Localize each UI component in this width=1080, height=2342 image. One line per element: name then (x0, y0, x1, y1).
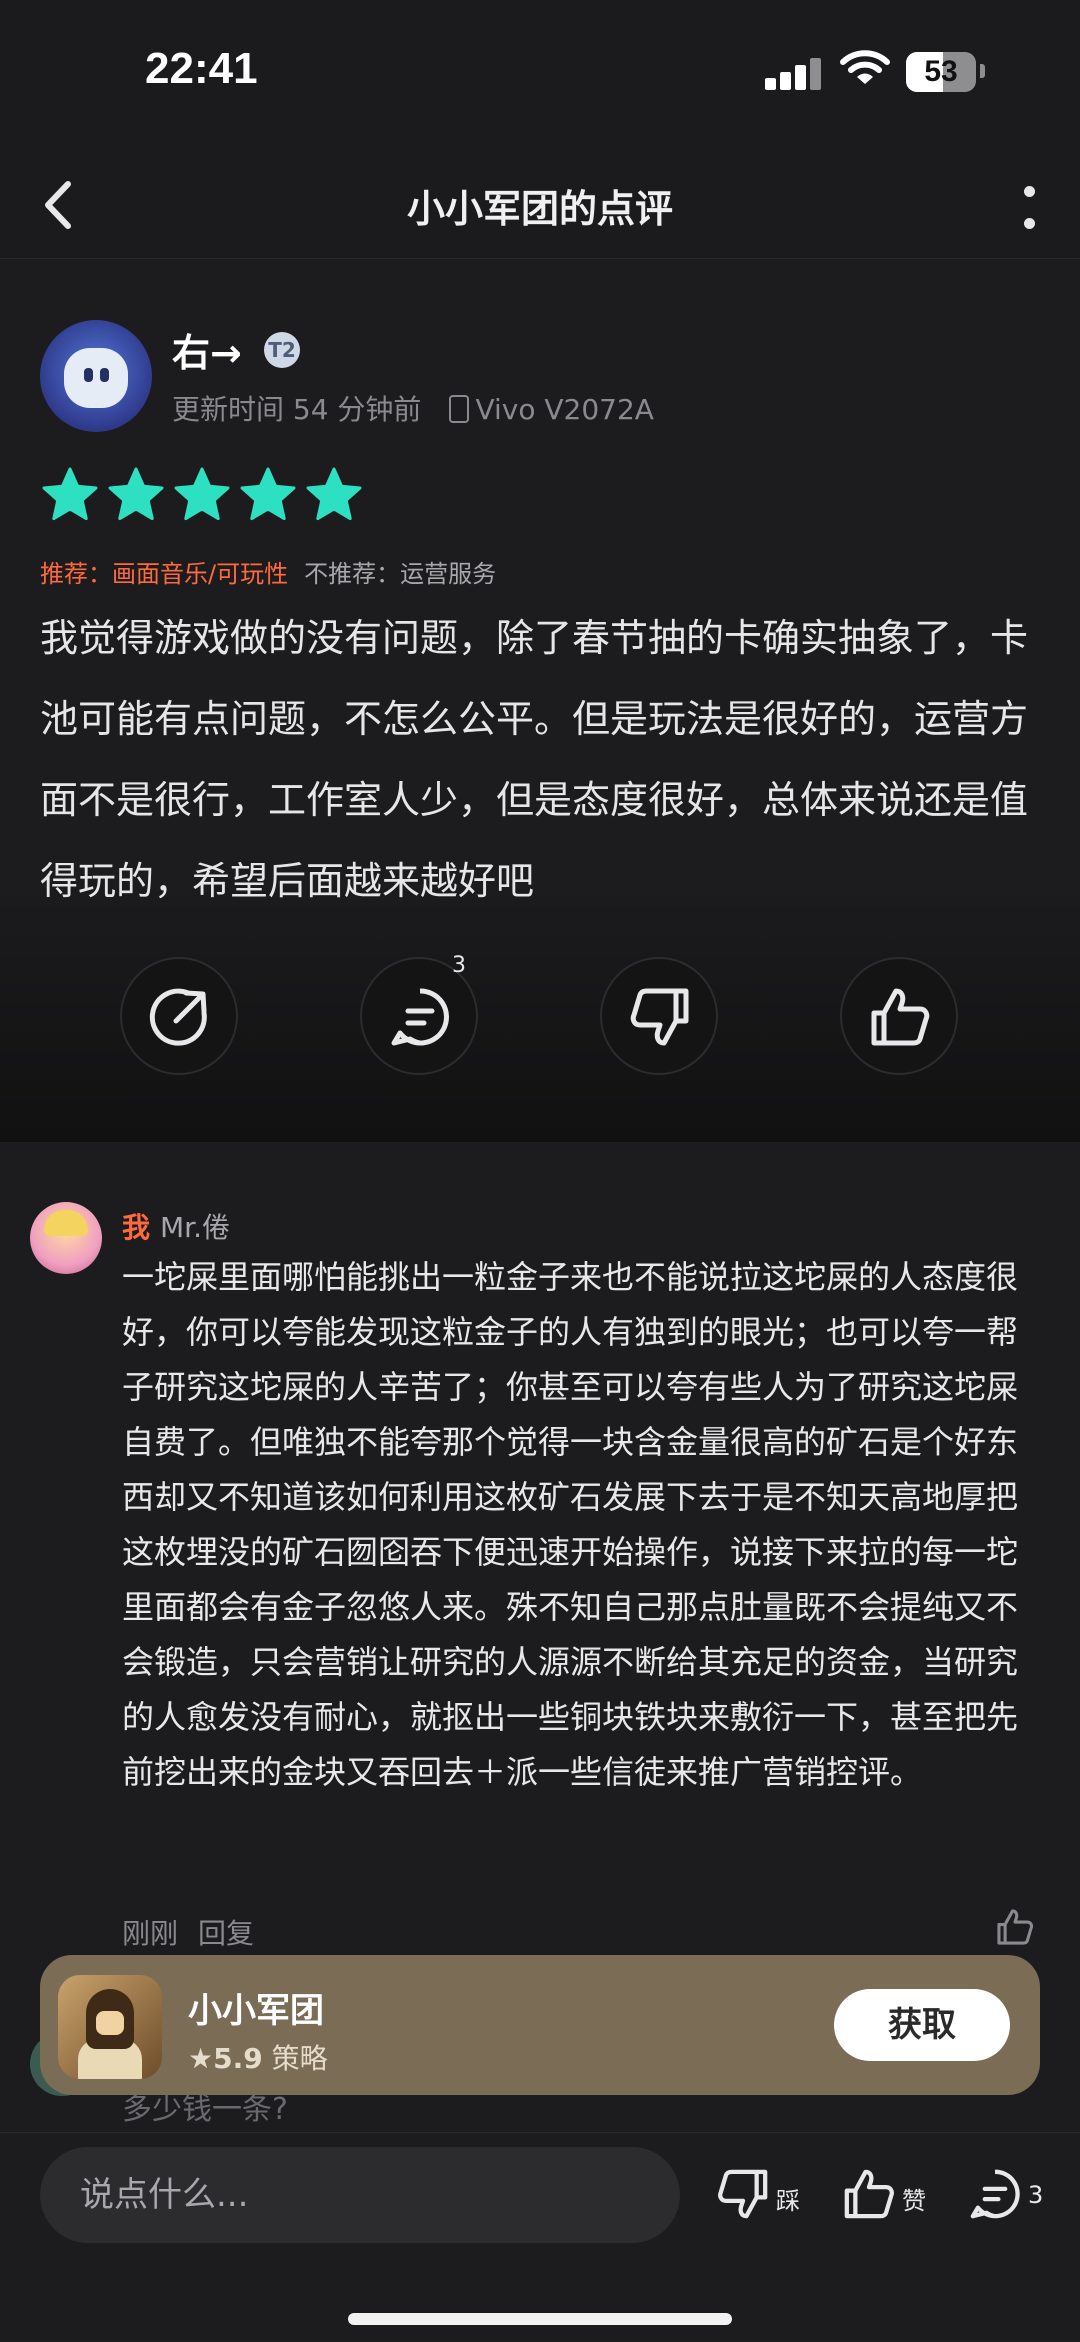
device-name: Vivo V2072A (475, 393, 654, 426)
reply-button[interactable]: 回复 (198, 1912, 254, 1952)
battery-tip (980, 64, 985, 78)
phone-icon (449, 395, 470, 423)
comment-button[interactable]: 3 (360, 953, 478, 1075)
review-text: 我觉得游戏做的没有问题，除了春节抽的卡确实抽象了，卡池可能有点问题，不怎么公平。… (40, 616, 1029, 903)
share-button[interactable] (120, 957, 238, 1075)
app-rating: ★5.9 策略 (188, 2037, 328, 2077)
dislike-icon (718, 2169, 768, 2219)
like-icon (871, 988, 930, 1046)
dislike-button[interactable] (600, 957, 718, 1075)
home-indicator (348, 2313, 732, 2325)
commenter-avatar[interactable] (30, 1202, 102, 1274)
dislike-label: 踩 (776, 2187, 800, 2215)
review-card: 右→ T2 更新时间 54 分钟前 Vivo V2072A 推荐：画面音乐/可玩性… (0, 260, 1080, 1138)
bottom-comment-button[interactable]: 3 (966, 2161, 1066, 2231)
star-icon: ★ (188, 2042, 214, 2075)
comment-time: 刚刚 (122, 1917, 179, 1950)
recommend-tags: 推荐：画面音乐/可玩性 不推荐：运营服务 (40, 554, 496, 589)
more-options-icon[interactable] (1010, 184, 1050, 232)
app-score: 5.9 (213, 2042, 263, 2075)
app-card[interactable]: 小小军团 ★5.9 策略 获取 (40, 1955, 1040, 2095)
star-icon (42, 467, 98, 521)
page-title: 小小军团的点评 (406, 187, 673, 231)
battery-level: 53 (924, 55, 958, 88)
review-meta: 更新时间 54 分钟前 Vivo V2072A (172, 388, 654, 428)
star-icon (174, 467, 230, 521)
bottom-dislike-button[interactable]: 踩 (714, 2161, 824, 2231)
status-bar: 22:41 53 (0, 0, 1080, 150)
bottom-comment-count: 3 (1028, 2181, 1044, 2209)
recommend-label: 推荐： (40, 560, 112, 588)
not-recommend-tag: 运营服务 (400, 560, 497, 588)
recommend-tag: 画面音乐/可玩性 (112, 560, 289, 588)
battery-icon: 53 (906, 52, 976, 92)
star-icon (240, 467, 296, 521)
comment-icon (391, 988, 449, 1046)
commenter-name[interactable]: Mr.倦 (160, 1206, 230, 1246)
share-icon (149, 988, 207, 1046)
bottom-like-button[interactable]: 赞 (840, 2161, 950, 2231)
nav-bar: 小小军团的点评 (0, 150, 1080, 259)
status-time: 22:41 (145, 44, 258, 93)
level-badge: T2 (264, 332, 300, 368)
dislike-icon (630, 988, 689, 1046)
comment-count: 3 (452, 953, 466, 978)
app-category: 策略 (271, 2042, 328, 2075)
comment-text: 一坨屎里面哪怕能挑出一粒金子来也不能说拉这坨屎的人态度很好，你可以夸能发现这粒金… (122, 1258, 1019, 1791)
reviewer-name[interactable]: 右→ (172, 322, 242, 377)
comment-icon (970, 2169, 1020, 2219)
app-icon (58, 1975, 162, 2079)
not-recommend-label: 不推荐： (304, 560, 401, 588)
wifi-icon (840, 50, 890, 84)
bottom-bar: 踩 赞 3 (0, 2132, 1080, 2342)
reviewer-avatar[interactable] (40, 320, 152, 432)
comment-input[interactable] (40, 2147, 680, 2243)
like-label: 赞 (902, 2187, 926, 2215)
like-icon (844, 2169, 894, 2219)
star-icon (108, 467, 164, 521)
comment-item: 我 Mr.倦 一坨屎里面哪怕能挑出一粒金子来也不能说拉这坨屎的人态度很好，你可以… (0, 1142, 1080, 1952)
app-name: 小小军团 (188, 1991, 324, 2031)
like-button[interactable] (840, 957, 958, 1075)
review-actions: 3 (0, 953, 1080, 1077)
comment-like-icon[interactable] (994, 1906, 1036, 1948)
update-time: 更新时间 54 分钟前 (172, 393, 422, 426)
cellular-signal-icon (765, 56, 825, 90)
get-app-button[interactable]: 获取 (834, 1989, 1010, 2061)
me-label: 我 (122, 1211, 151, 1244)
star-icon (306, 467, 362, 521)
